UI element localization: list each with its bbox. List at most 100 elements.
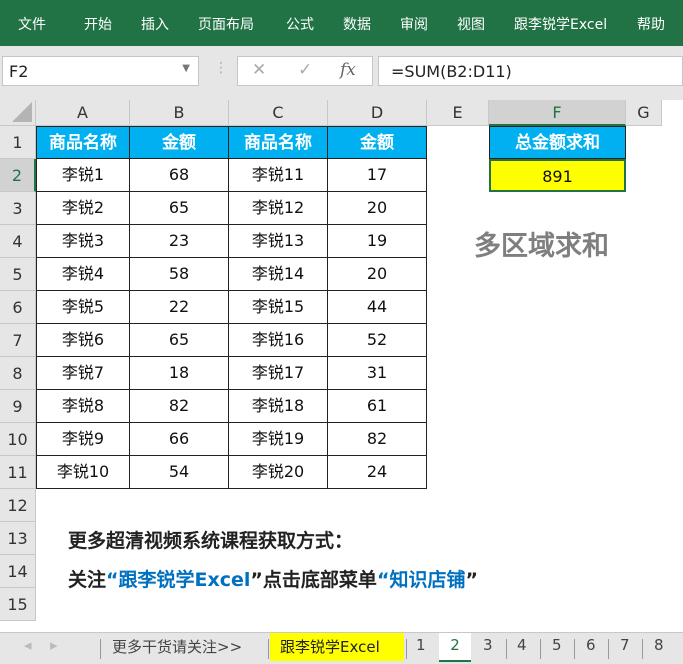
table-cell[interactable]: 李锐8 [36,390,130,423]
table-cell[interactable]: 24 [328,456,427,489]
sheet-tab-8[interactable]: 8 [654,636,664,654]
table-cell[interactable]: 44 [328,291,427,324]
cancel-icon[interactable]: ✕ [252,60,266,80]
row-header-3[interactable]: 3 [0,192,36,225]
sheet-tab-2-active[interactable]: 2 [439,633,471,662]
table-cell[interactable]: 52 [328,324,427,357]
row-header-5[interactable]: 5 [0,258,36,291]
drag-handle-icon[interactable]: ⋮ [214,60,228,76]
table-cell[interactable]: 李锐20 [229,456,328,489]
table-cell[interactable]: 李锐12 [229,192,328,225]
column-header-B[interactable]: B [130,100,229,126]
table-cell[interactable]: 19 [328,225,427,258]
table-cell[interactable]: 68 [130,159,229,192]
row-header-9[interactable]: 9 [0,390,36,423]
ribbon-tab-custom[interactable]: 跟李锐学Excel [514,14,607,34]
formula-bar: F2 ▼ ⋮ ✕ ✓ fx =SUM(B2:D11) [0,46,683,100]
column-header-C[interactable]: C [229,100,328,126]
sheet-tab-5[interactable]: 5 [552,636,562,654]
table-cell[interactable]: 17 [328,159,427,192]
table-cell[interactable]: 20 [328,192,427,225]
name-box[interactable]: F2 ▼ [2,56,199,86]
table-cell[interactable]: 李锐6 [36,324,130,357]
ribbon-tab-data[interactable]: 数据 [343,14,371,34]
column-header-A[interactable]: A [36,100,130,126]
ribbon-tab-help[interactable]: 帮助 [637,14,665,34]
ribbon-tab-view[interactable]: 视图 [457,14,485,34]
row-header-14[interactable]: 14 [0,555,36,588]
sheet-tab-brand[interactable]: 跟李锐学Excel [270,633,404,661]
row-header-7[interactable]: 7 [0,324,36,357]
table-cell[interactable]: 李锐13 [229,225,328,258]
table-cell[interactable]: 66 [130,423,229,456]
row-header-4[interactable]: 4 [0,225,36,258]
ribbon-tab-file[interactable]: 文件 [18,14,46,34]
table-cell[interactable]: 22 [130,291,229,324]
table-header-cell[interactable]: 金额 [130,126,229,159]
table-cell[interactable]: 李锐17 [229,357,328,390]
select-all-button[interactable] [0,100,36,126]
table-header-cell[interactable]: 商品名称 [36,126,130,159]
enter-icon[interactable]: ✓ [298,60,312,80]
table-cell[interactable]: 61 [328,390,427,423]
table-header-cell[interactable]: 金额 [328,126,427,159]
table-cell[interactable]: 18 [130,357,229,390]
row-header-10[interactable]: 10 [0,423,36,456]
table-cell[interactable]: 54 [130,456,229,489]
chevron-down-icon[interactable]: ▼ [182,63,190,74]
scroll-left-icon[interactable]: ◂ [24,636,32,654]
table-cell[interactable]: 李锐9 [36,423,130,456]
column-header-E[interactable]: E [427,100,489,126]
table-cell[interactable]: 李锐10 [36,456,130,489]
ribbon-tab-home[interactable]: 开始 [84,14,112,34]
table-cell[interactable]: 李锐19 [229,423,328,456]
row-header-6[interactable]: 6 [0,291,36,324]
row-header-12[interactable]: 12 [0,489,36,522]
table-cell[interactable]: 李锐5 [36,291,130,324]
table-cell[interactable]: 23 [130,225,229,258]
summary-value-cell[interactable]: 891 [489,159,626,192]
sheet-tab-1[interactable]: 1 [416,636,426,654]
quote: “ [376,569,390,591]
sheet-tab-follow[interactable]: 更多干货请关注>> [112,636,242,657]
table-cell[interactable]: 31 [328,357,427,390]
ribbon-tab-formulas[interactable]: 公式 [286,14,314,34]
table-cell[interactable]: 李锐2 [36,192,130,225]
column-header-F[interactable]: F [489,100,626,126]
sheet-tab-7[interactable]: 7 [620,636,630,654]
table-cell[interactable]: 李锐14 [229,258,328,291]
ribbon-tab-review[interactable]: 审阅 [400,14,428,34]
row-header-1[interactable]: 1 [0,126,36,159]
table-cell[interactable]: 李锐16 [229,324,328,357]
table-cell[interactable]: 58 [130,258,229,291]
table-cell[interactable]: 李锐11 [229,159,328,192]
summary-header[interactable]: 总金额求和 [489,126,626,159]
scroll-right-icon[interactable]: ▸ [50,636,58,654]
table-cell[interactable]: 82 [328,423,427,456]
ribbon-tab-page-layout[interactable]: 页面布局 [198,14,254,34]
row-header-11[interactable]: 11 [0,456,36,489]
ribbon-tab-insert[interactable]: 插入 [141,14,169,34]
sheet-tab-4[interactable]: 4 [517,636,527,654]
table-cell[interactable]: 李锐4 [36,258,130,291]
row-header-2[interactable]: 2 [0,159,36,192]
table-cell[interactable]: 李锐3 [36,225,130,258]
table-cell[interactable]: 李锐1 [36,159,130,192]
table-cell[interactable]: 20 [328,258,427,291]
row-header-15[interactable]: 15 [0,588,36,621]
column-header-D[interactable]: D [328,100,427,126]
table-cell[interactable]: 65 [130,192,229,225]
table-header-cell[interactable]: 商品名称 [229,126,328,159]
formula-input[interactable]: =SUM(B2:D11) [378,56,683,86]
table-cell[interactable]: 李锐15 [229,291,328,324]
row-header-13[interactable]: 13 [0,522,36,555]
sheet-tab-6[interactable]: 6 [586,636,596,654]
table-cell[interactable]: 李锐18 [229,390,328,423]
column-header-G[interactable]: G [626,100,662,126]
function-icon[interactable]: fx [340,60,356,80]
table-cell[interactable]: 65 [130,324,229,357]
table-cell[interactable]: 李锐7 [36,357,130,390]
row-header-8[interactable]: 8 [0,357,36,390]
table-cell[interactable]: 82 [130,390,229,423]
sheet-tab-3[interactable]: 3 [483,636,493,654]
